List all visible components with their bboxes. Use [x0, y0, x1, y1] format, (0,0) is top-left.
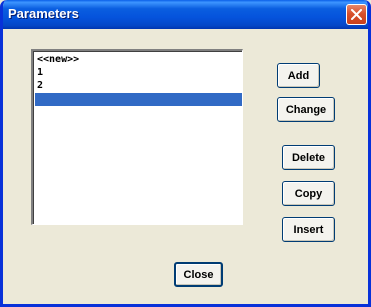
delete-button[interactable]: Delete — [282, 145, 335, 170]
window-title: Parameters — [8, 6, 79, 21]
list-item-1[interactable]: 1 — [35, 66, 43, 79]
copy-button[interactable]: Copy — [282, 181, 335, 206]
change-button[interactable]: Change — [277, 97, 335, 122]
close-button[interactable]: Close — [174, 262, 223, 287]
list-item-new[interactable]: <<new>> — [35, 53, 79, 66]
title-bar[interactable]: Parameters — [3, 0, 368, 29]
parameters-list[interactable]: <<new>> 1 2 — [31, 49, 243, 225]
close-icon — [351, 9, 362, 20]
add-button[interactable]: Add — [277, 63, 320, 88]
parameters-dialog: Parameters <<new>> 1 2 Add Change Delete… — [0, 0, 371, 307]
close-window-button[interactable] — [346, 4, 367, 25]
list-item-selected[interactable] — [35, 93, 242, 106]
list-item-2[interactable]: 2 — [35, 79, 43, 92]
insert-button[interactable]: Insert — [282, 217, 335, 242]
